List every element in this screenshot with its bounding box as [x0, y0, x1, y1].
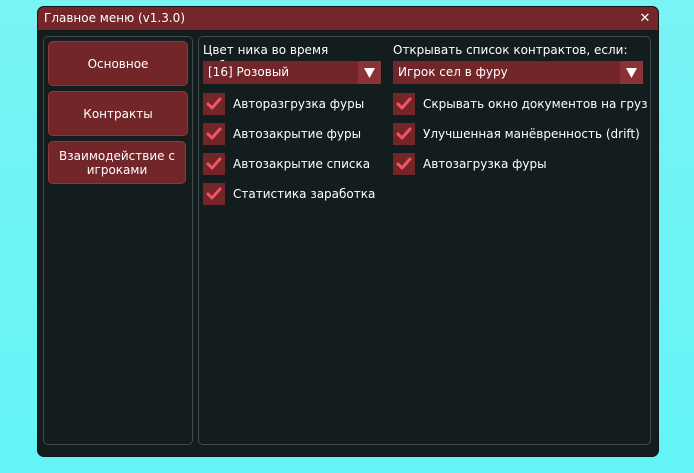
- checkmark-icon: [396, 157, 412, 170]
- checkmark-icon: [206, 127, 222, 140]
- checkbox-label: Автозакрытие фуры: [233, 127, 362, 141]
- sidebar-item-player-interaction[interactable]: Взаимодействие с игроками: [48, 141, 186, 184]
- checkbox-auto-close-list[interactable]: Автозакрытие списка: [203, 153, 381, 175]
- checkbox[interactable]: [203, 123, 225, 145]
- checkbox-improved-maneuverability[interactable]: Улучшенная манёвренность (drift): [393, 123, 643, 145]
- checkmark-icon: [206, 97, 222, 110]
- nick-color-value: [16] Розовый: [208, 65, 290, 79]
- sidebar-item-label: Взаимодействие с игроками: [59, 148, 175, 177]
- checkbox[interactable]: [393, 123, 415, 145]
- open-contracts-label: Открывать список контрактов, если:: [393, 43, 628, 57]
- checkbox-auto-load[interactable]: Автозагрузка фуры: [393, 153, 643, 175]
- checkbox-hide-cargo-docs[interactable]: Скрывать окно документов на груз: [393, 93, 648, 115]
- checkbox-label: Улучшенная манёвренность (drift): [423, 127, 640, 141]
- nick-color-label: Цвет ника во время работы:: [203, 43, 329, 73]
- window-title: Главное меню (v1.3.0): [44, 11, 185, 25]
- checkbox[interactable]: [203, 93, 225, 115]
- right-column: Открывать список контрактов, если: Игрок…: [393, 37, 648, 175]
- title-bar[interactable]: Главное меню (v1.3.0) ✕: [38, 7, 658, 30]
- checkbox-label: Авторазгрузка фуры: [233, 97, 365, 111]
- settings-panel: Цвет ника во время работы: [16] Розовый …: [198, 36, 651, 445]
- sidebar-item-label: Контракты: [83, 106, 153, 121]
- open-contracts-value: Игрок сел в фуру: [398, 65, 508, 79]
- checkbox-label: Автозагрузка фуры: [423, 157, 547, 171]
- checkbox[interactable]: [203, 183, 225, 205]
- checkbox-label: Автозакрытие списка: [233, 157, 371, 171]
- sidebar: Основное Контракты Взаимодействие с игро…: [43, 36, 193, 445]
- sidebar-item-label: Основное: [87, 56, 149, 71]
- triangle-down-icon[interactable]: [620, 61, 643, 84]
- checkbox[interactable]: [203, 153, 225, 175]
- checkmark-icon: [396, 127, 412, 140]
- close-button[interactable]: ✕: [636, 7, 654, 30]
- checkbox-earnings-stats[interactable]: Статистика заработка: [203, 183, 381, 205]
- main-menu-window: Главное меню (v1.3.0) ✕ Основное Контрак…: [38, 7, 658, 456]
- checkbox-label: Статистика заработка: [233, 187, 376, 201]
- checkmark-icon: [396, 97, 412, 110]
- open-contracts-dropdown[interactable]: Игрок сел в фуру: [393, 61, 643, 84]
- checkbox-auto-unload[interactable]: Авторазгрузка фуры: [203, 93, 381, 115]
- nick-color-dropdown[interactable]: [16] Розовый: [203, 61, 381, 84]
- checkbox-label: Скрывать окно документов на груз: [423, 97, 648, 111]
- sidebar-item-main[interactable]: Основное: [48, 41, 188, 86]
- triangle-down-icon[interactable]: [358, 61, 381, 84]
- left-column: Цвет ника во время работы: [16] Розовый …: [203, 37, 381, 205]
- sidebar-item-contracts[interactable]: Контракты: [48, 91, 188, 136]
- checkbox[interactable]: [393, 93, 415, 115]
- checkmark-icon: [206, 187, 222, 200]
- checkmark-icon: [206, 157, 222, 170]
- checkbox-auto-close-truck[interactable]: Автозакрытие фуры: [203, 123, 381, 145]
- checkbox[interactable]: [393, 153, 415, 175]
- close-icon[interactable]: ✕: [640, 11, 651, 26]
